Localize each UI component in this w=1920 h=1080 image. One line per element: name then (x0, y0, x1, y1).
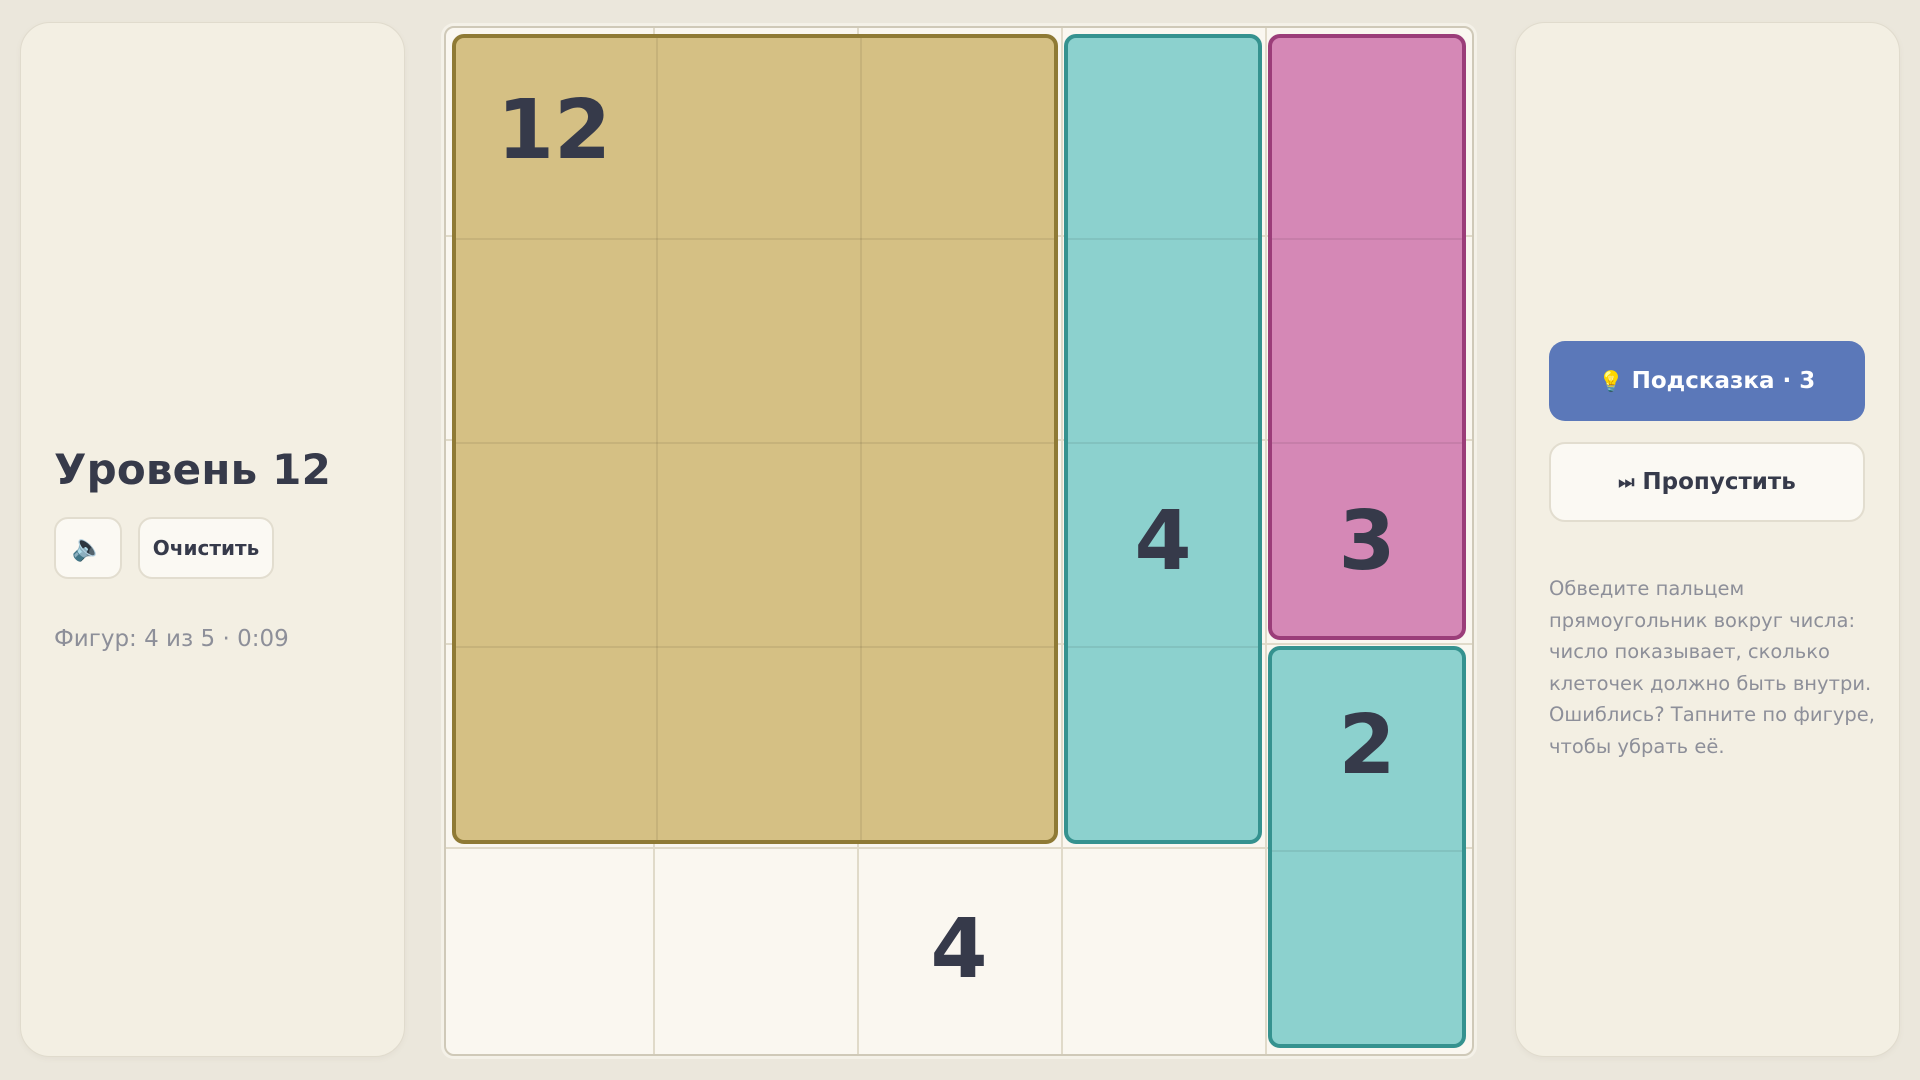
clue-number: 4 (1134, 493, 1192, 589)
shape-cell-line (1272, 850, 1462, 852)
shape-cell-line (1068, 646, 1258, 648)
skip-forward-icon: ⏭ (1618, 471, 1635, 493)
skip-button[interactable]: ⏭ Пропустить (1549, 442, 1865, 522)
hint-label: Подсказка · 3 (1631, 368, 1816, 394)
shape-cell-line (860, 38, 862, 840)
shape-cell-line (1272, 238, 1462, 240)
shape-cell-line (456, 442, 1054, 444)
game-board[interactable]: 12 4 3 2 4 (444, 26, 1474, 1056)
speaker-icon: 🔈 (71, 533, 105, 563)
clue-number: 3 (1338, 493, 1396, 589)
shape-cell-line (456, 238, 1054, 240)
right-panel: 💡 Подсказка · 3 ⏭ Пропустить Обведите па… (1515, 22, 1900, 1057)
status-text: Фигур: 4 из 5 · 0:09 (54, 626, 289, 652)
shape-cell-line (456, 646, 1054, 648)
level-title: Уровень 12 (54, 445, 332, 494)
skip-label: Пропустить (1642, 469, 1796, 495)
clear-button[interactable]: Очистить (138, 517, 274, 579)
shape-cell-line (1068, 238, 1258, 240)
clue-number: 4 (930, 901, 988, 997)
lightbulb-icon: 💡 (1598, 369, 1624, 393)
left-panel: Уровень 12 🔈 Очистить Фигур: 4 из 5 · 0:… (20, 22, 405, 1057)
clue-number: 2 (1338, 697, 1396, 793)
clue-number: 12 (497, 83, 612, 178)
left-button-row: 🔈 Очистить (54, 517, 274, 579)
shape-cell-line (656, 38, 658, 840)
instructions-text: Обведите пальцем прямоугольник вокруг чи… (1549, 577, 1875, 758)
hint-button[interactable]: 💡 Подсказка · 3 (1549, 341, 1865, 421)
sound-toggle-button[interactable]: 🔈 (54, 517, 122, 579)
